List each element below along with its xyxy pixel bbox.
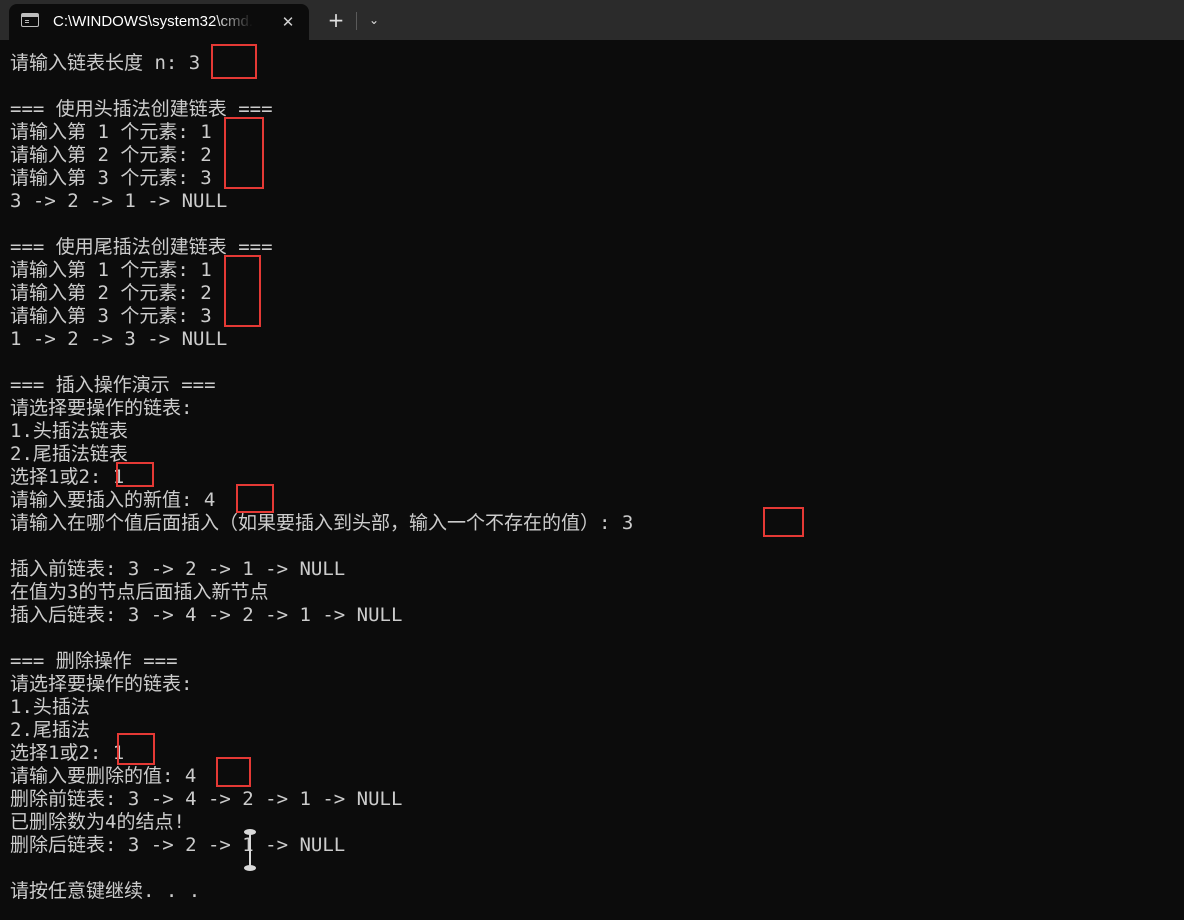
- terminal-line: 请输入第 1 个元素: 1: [10, 259, 212, 281]
- terminal-line: 选择1或2: 1: [10, 466, 125, 488]
- terminal-line: 1 -> 2 -> 3 -> NULL: [10, 328, 228, 350]
- input-highlight-box: [236, 484, 274, 513]
- terminal-line: 在值为3的节点后面插入新节点: [10, 581, 269, 603]
- terminal-line: 2.尾插法: [10, 719, 90, 741]
- input-highlight-box: [224, 117, 264, 189]
- terminal-line: 1.头插法: [10, 696, 90, 718]
- close-icon[interactable]: ✕: [277, 11, 299, 33]
- new-tab-button[interactable]: +: [322, 6, 350, 34]
- input-highlight-box: [224, 255, 261, 327]
- terminal-line: 删除后链表: 3 -> 2 -> 1 -> NULL: [10, 834, 346, 856]
- terminal-icon: [21, 13, 39, 27]
- cursor-bar: [249, 833, 251, 867]
- terminal-line: 2.尾插法链表: [10, 443, 128, 465]
- terminal-line: 请输入第 3 个元素: 3: [10, 167, 212, 189]
- terminal-line: 请输入链表长度 n: 3: [10, 52, 201, 74]
- tab-separator: [356, 12, 357, 30]
- input-highlight-box: [211, 44, 257, 79]
- terminal-line: 请选择要操作的链表:: [10, 673, 193, 695]
- terminal-line: 请输入要插入的新值: 4: [10, 489, 216, 511]
- terminal-line: 请输入第 3 个元素: 3: [10, 305, 212, 327]
- text-cursor-icon: [242, 829, 258, 871]
- terminal-line: 3 -> 2 -> 1 -> NULL: [10, 190, 228, 212]
- terminal-line: 请输入要删除的值: 4: [10, 765, 197, 787]
- terminal-line: 请输入在哪个值后面插入（如果要插入到头部，输入一个不存在的值）: 3: [10, 512, 634, 534]
- input-highlight-box: [216, 757, 251, 787]
- terminal-line: 请输入第 2 个元素: 2: [10, 144, 212, 166]
- terminal-line: 选择1或2: 1: [10, 742, 125, 764]
- cursor-cap-bottom: [244, 865, 256, 871]
- terminal-line: 删除前链表: 3 -> 4 -> 2 -> 1 -> NULL: [10, 788, 403, 810]
- terminal-line: 请选择要操作的链表:: [10, 397, 193, 419]
- terminal-tab[interactable]: C:\WINDOWS\system32\cmd.exe ✕: [9, 4, 309, 40]
- terminal-line: 插入后链表: 3 -> 4 -> 2 -> 1 -> NULL: [10, 604, 403, 626]
- terminal-line: === 删除操作 ===: [10, 650, 178, 672]
- tab-title: C:\WINDOWS\system32\cmd.exe: [53, 13, 253, 30]
- terminal-line: === 插入操作演示 ===: [10, 374, 216, 396]
- terminal-line: 请输入第 2 个元素: 2: [10, 282, 212, 304]
- input-highlight-box: [116, 462, 154, 487]
- input-highlight-box: [117, 733, 155, 765]
- input-highlight-box: [763, 507, 804, 537]
- terminal-line: 请按任意键继续. . .: [10, 880, 201, 902]
- terminal-output[interactable]: 请输入链表长度 n: 3 === 使用头插法创建链表 === 请输入第 1 个元…: [0, 40, 1184, 920]
- terminal-line: 插入前链表: 3 -> 2 -> 1 -> NULL: [10, 558, 346, 580]
- terminal-line: 1.头插法链表: [10, 420, 128, 442]
- terminal-line: 已删除数为4的结点!: [10, 811, 185, 833]
- title-bar: C:\WINDOWS\system32\cmd.exe ✕ + ⌄: [0, 0, 1184, 40]
- terminal-line: 请输入第 1 个元素: 1: [10, 121, 212, 143]
- chevron-down-icon[interactable]: ⌄: [362, 6, 386, 34]
